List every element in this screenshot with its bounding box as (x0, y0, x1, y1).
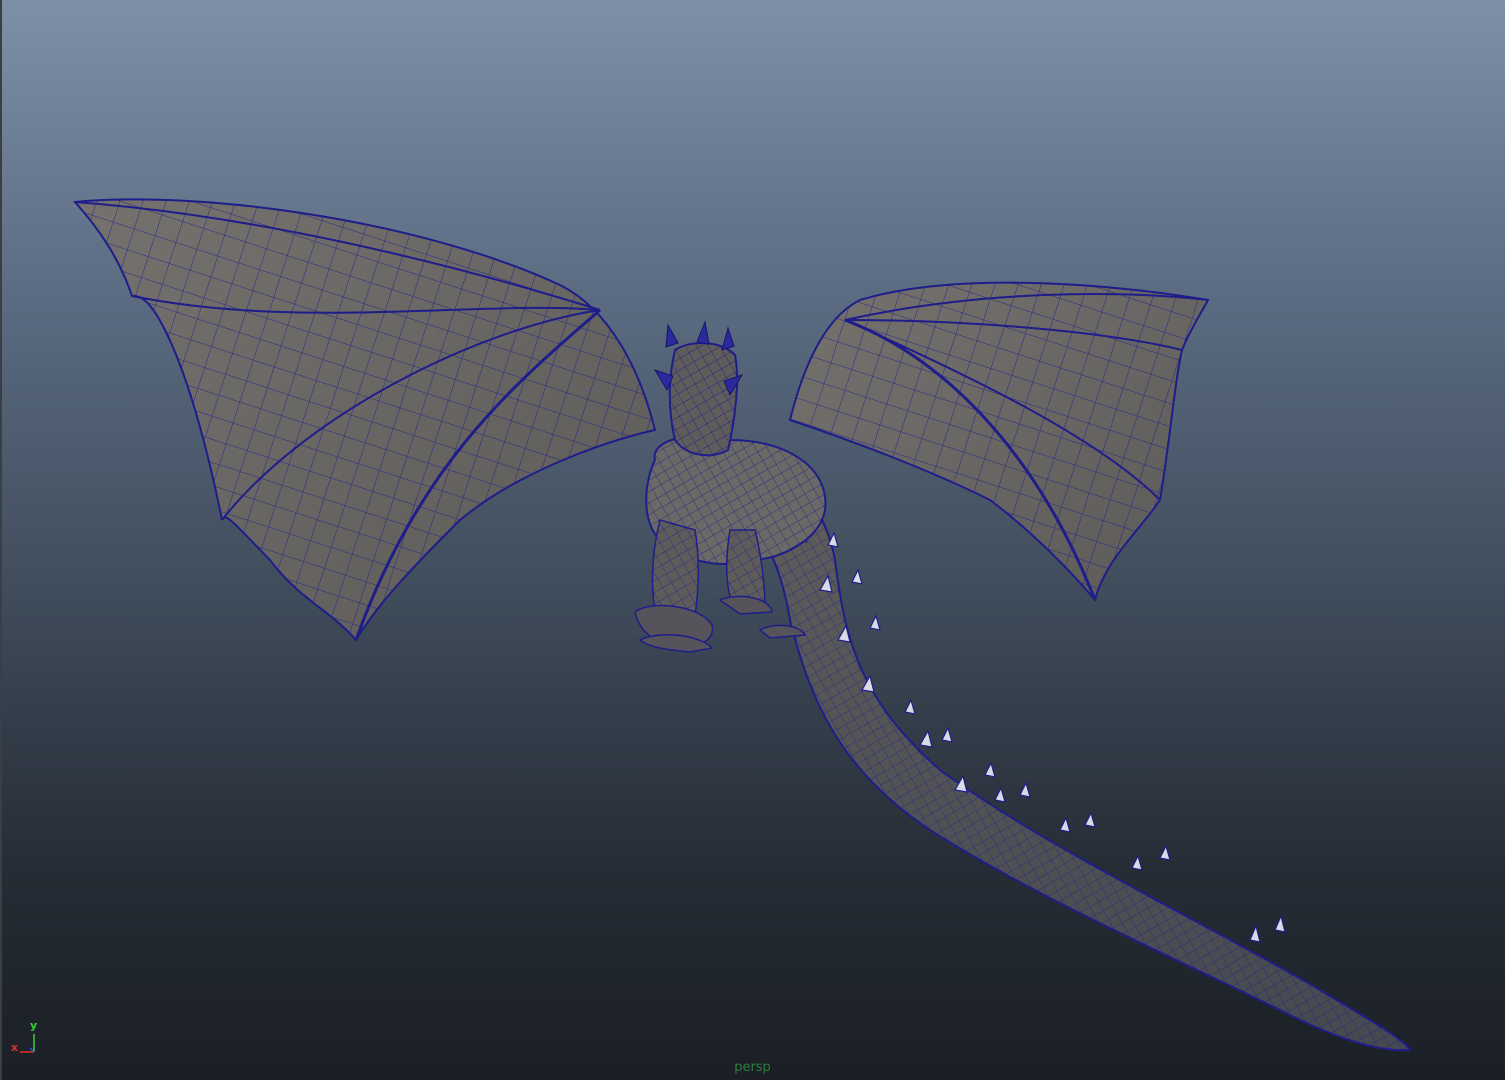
perspective-viewport[interactable]: y x persp (0, 0, 1505, 1080)
head (653, 320, 744, 457)
right-wing (788, 281, 1210, 603)
axis-gizmo: y x (8, 1018, 48, 1058)
left-wing (72, 198, 657, 642)
camera-name-label: persp (734, 1060, 771, 1075)
axis-x-label: x (11, 1041, 19, 1054)
axis-y-label: y (30, 1019, 38, 1032)
dragon-model-wireframe[interactable] (0, 0, 1505, 1080)
